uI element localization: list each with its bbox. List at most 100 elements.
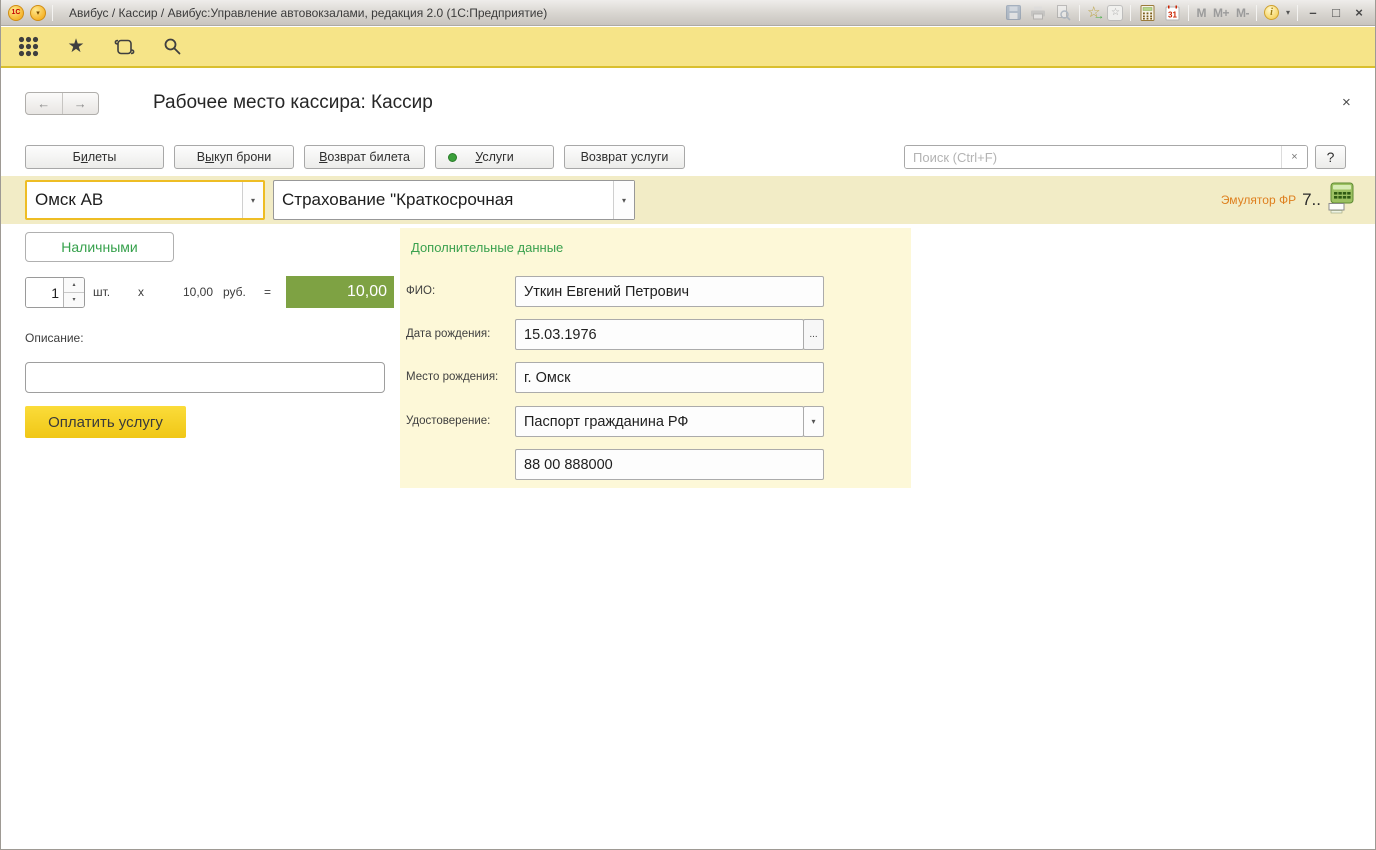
print-preview-icon[interactable] <box>1054 4 1072 22</box>
chevron-down-icon[interactable]: ▾ <box>803 406 824 437</box>
birthplace-label: Место рождения: <box>406 371 498 383</box>
fiscal-value: 7.. <box>1302 190 1321 210</box>
green-arrow-icon: → <box>1093 11 1104 22</box>
back-button[interactable]: ← <box>26 93 63 114</box>
memory-plus-button[interactable]: M+ <box>1213 6 1229 20</box>
document-number-input[interactable] <box>515 449 824 480</box>
star-glyph: ★ <box>67 37 84 56</box>
id-document-input[interactable] <box>515 406 804 437</box>
search-icon[interactable] <box>159 34 185 60</box>
tab-label: куп брони <box>214 150 271 164</box>
tab-tickets[interactable]: Билеты <box>25 145 164 169</box>
form-close-icon[interactable]: × <box>1342 94 1351 111</box>
close-button[interactable]: × <box>1351 5 1367 20</box>
birthdate-input[interactable] <box>515 319 804 350</box>
field-row-birthplace: Место рождения: <box>400 362 911 393</box>
quantity-stepper: ▴ ▾ <box>25 277 85 308</box>
pay-service-button[interactable]: Оплатить услугу <box>25 406 186 438</box>
history-icon[interactable] <box>111 34 137 60</box>
calendar-icon[interactable]: 31 <box>1163 4 1181 22</box>
divider <box>1079 5 1080 21</box>
app-badge: 1С <box>12 9 21 16</box>
panel-title: Дополнительные данные <box>411 240 563 255</box>
field-row-birthdate: Дата рождения: ... <box>400 319 911 350</box>
app-icon: 1С <box>8 5 24 21</box>
tab-service-return[interactable]: Возврат услуги <box>564 145 685 169</box>
search-input[interactable] <box>905 146 1281 168</box>
divider <box>1256 5 1257 21</box>
active-tab-dot-icon <box>448 153 457 162</box>
field-row-fio: ФИО: <box>400 276 911 307</box>
quantity-spin-buttons: ▴ ▾ <box>63 278 84 307</box>
add-favorite-icon[interactable]: ☆→ <box>1087 5 1100 20</box>
fio-input[interactable] <box>515 276 824 307</box>
station-combobox[interactable]: Омск АВ ▾ <box>25 180 265 220</box>
calculator-icon[interactable] <box>1138 4 1156 22</box>
info-glyph: i <box>1270 7 1273 18</box>
unit-label: шт. <box>93 285 110 299</box>
chevron-down-icon[interactable]: ▾ <box>1286 8 1290 17</box>
field-row-id-document: Удостоверение: ▾ <box>400 406 911 437</box>
quick-toolbar: ★ <box>1 27 1375 68</box>
window-title: Авибус / Кассир / Авибус:Управление авто… <box>69 6 547 20</box>
payment-method-cash-button[interactable]: Наличными <box>25 232 174 262</box>
maximize-button[interactable]: □ <box>1328 5 1344 20</box>
calendar-day: 31 <box>1168 10 1177 19</box>
info-icon[interactable]: i <box>1264 5 1279 20</box>
additional-data-panel: Дополнительные данные ФИО: Дата рождения… <box>400 228 911 488</box>
tab-ticket-return[interactable]: Возврат билета <box>304 145 425 169</box>
spinner-down-icon[interactable]: ▾ <box>64 293 84 307</box>
fiscal-emulator: Эмулятор ФР 7.. <box>1221 176 1355 224</box>
tab-label: озврат билета <box>327 150 410 164</box>
tab-accel: и <box>81 150 88 164</box>
menu-grid-icon[interactable] <box>15 34 41 60</box>
star-outline: ☆ <box>1111 7 1120 18</box>
service-combobox[interactable]: Страхование "Краткосрочная ▾ <box>273 180 635 220</box>
quantity-input[interactable] <box>26 278 63 307</box>
save-icon[interactable] <box>1004 4 1022 22</box>
tab-label: Возврат услуги <box>581 150 669 164</box>
description-input[interactable] <box>25 362 385 393</box>
forward-button[interactable]: → <box>63 93 99 114</box>
tab-label: В <box>197 150 205 164</box>
favorites-icon[interactable]: ★ <box>63 34 89 60</box>
app-window: 1С ▾ Авибус / Кассир / Авибус:Управление… <box>0 0 1376 850</box>
divider <box>52 5 53 21</box>
birthplace-input[interactable] <box>515 362 824 393</box>
chevron-down-icon[interactable]: ▾ <box>242 182 263 218</box>
memory-recall-button[interactable]: M <box>1196 6 1206 20</box>
minimize-button[interactable]: – <box>1305 5 1321 20</box>
station-value: Омск АВ <box>27 182 242 218</box>
search-box: × <box>904 145 1308 169</box>
chevron-down-icon[interactable]: ▾ <box>613 181 634 219</box>
tab-label: слуги <box>482 150 513 164</box>
multiply-sign: x <box>138 285 144 299</box>
divider <box>1130 5 1131 21</box>
birthdate-label: Дата рождения: <box>406 328 490 340</box>
history-nav: ← → <box>25 92 99 115</box>
id-document-label: Удостоверение: <box>406 415 490 427</box>
currency-label: руб. <box>223 285 246 299</box>
spinner-up-icon[interactable]: ▴ <box>64 278 84 293</box>
search-clear-button[interactable]: × <box>1281 146 1307 168</box>
fiscal-label: Эмулятор ФР <box>1221 193 1296 207</box>
titlebar-right: ☆→ ☆ 31 M M+ M- i ▾ – □ × <box>1004 4 1375 22</box>
description-label: Описание: <box>25 331 84 345</box>
help-button[interactable]: ? <box>1315 145 1346 169</box>
field-row-document-number <box>400 449 911 480</box>
tab-label: леты <box>88 150 117 164</box>
divider <box>1297 5 1298 21</box>
equals-sign: = <box>264 285 271 299</box>
main-menu-button[interactable]: ▾ <box>30 5 46 21</box>
print-icon[interactable] <box>1029 4 1047 22</box>
tab-booking-redeem[interactable]: Выкуп брони <box>174 145 294 169</box>
fiscal-printer-icon[interactable] <box>1327 182 1355 219</box>
titlebar-left: 1С ▾ Авибус / Кассир / Авибус:Управление… <box>1 5 547 21</box>
tab-label: Б <box>73 150 81 164</box>
memory-minus-button[interactable]: M- <box>1236 6 1249 20</box>
service-value: Страхование "Краткосрочная <box>274 181 613 219</box>
date-picker-button[interactable]: ... <box>803 319 824 350</box>
fio-label: ФИО: <box>406 285 435 297</box>
favorites-icon[interactable]: ☆ <box>1107 5 1123 21</box>
tab-services[interactable]: Услуги <box>435 145 554 169</box>
